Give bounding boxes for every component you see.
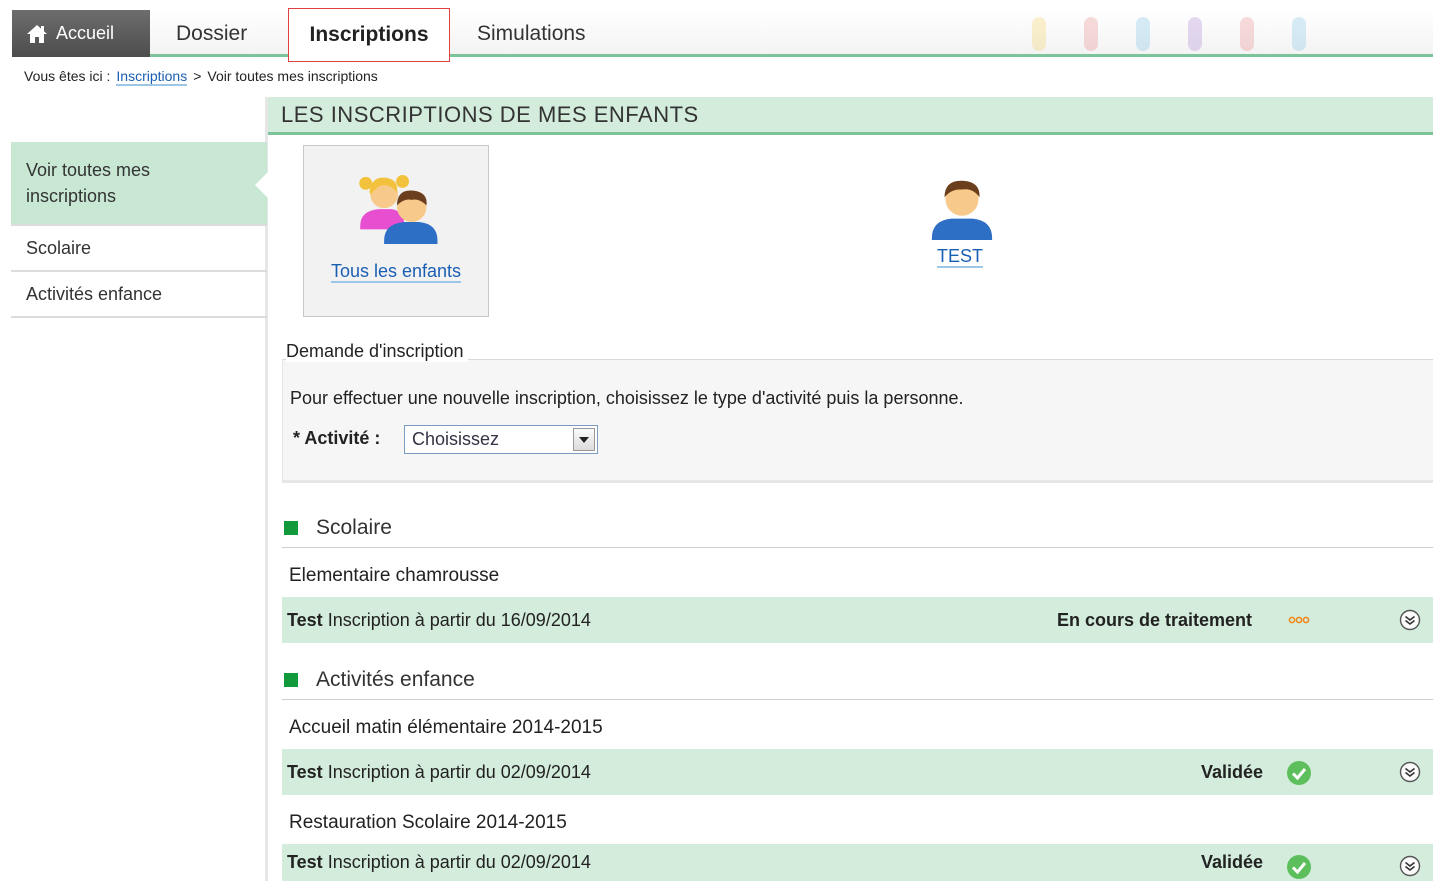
sidebar-item-activites-enfance[interactable]: Activités enfance: [11, 272, 267, 318]
pending-dots-icon: [1288, 616, 1310, 624]
check-circle-icon: [1287, 761, 1311, 785]
expand-chevron-icon[interactable]: [1399, 855, 1421, 877]
breadcrumb: Vous êtes ici : Inscriptions > Voir tout…: [24, 68, 378, 86]
activite-select[interactable]: Choisissez: [404, 425, 598, 454]
demande-instructions: Pour effectuer une nouvelle inscription,…: [290, 388, 964, 408]
row-person: Test: [287, 761, 323, 782]
category-title: Activités enfance: [316, 667, 475, 691]
tab-inscriptions[interactable]: Inscriptions: [288, 8, 450, 62]
demande-fieldset: [282, 359, 1433, 483]
category-bullet-icon: [284, 672, 298, 687]
activity-title: Restauration Scolaire 2014-2015: [289, 812, 567, 833]
row-text: Inscription à partir du 02/09/2014: [327, 761, 591, 782]
child-all-link[interactable]: Tous les enfants: [330, 261, 462, 283]
row-text: Inscription à partir du 02/09/2014: [327, 852, 591, 872]
inscription-row[interactable]: Test Inscription à partir du 02/09/2014 …: [282, 844, 1433, 881]
sidebar-item-label: Scolaire: [26, 237, 92, 258]
expand-chevron-icon[interactable]: [1399, 609, 1421, 631]
home-icon: [27, 24, 47, 43]
child-test-label[interactable]: TEST: [900, 246, 1020, 268]
category-activites-enfance: Activités enfance: [282, 660, 1433, 700]
activite-selected-value: Choisissez: [412, 429, 500, 449]
child-avatar-icon: [931, 180, 993, 241]
section-title: LES INSCRIPTIONS DE MES ENFANTS: [268, 97, 1433, 135]
child-card-test[interactable]: TEST: [900, 170, 1020, 280]
sidebar-item-voir-toutes[interactable]: Voir toutes mes inscriptions: [11, 142, 268, 226]
check-circle-icon: [1287, 855, 1311, 879]
tab-dossier[interactable]: Dossier: [176, 10, 247, 57]
tab-accueil-label: Accueil: [56, 23, 115, 43]
status-text: Validée: [1201, 761, 1264, 782]
sidebar: Voir toutes mes inscriptions Scolaire Ac…: [11, 142, 268, 318]
activity-title: Accueil matin élémentaire 2014-2015: [289, 717, 603, 738]
header-decoration: [1032, 10, 1412, 57]
dropdown-arrow-icon[interactable]: [573, 428, 595, 451]
top-navigation: Accueil Dossier Inscriptions Simulations: [12, 8, 1433, 62]
activity-title: Elementaire chamrousse: [289, 565, 500, 586]
inscription-row[interactable]: Test Inscription à partir du 16/09/2014 …: [282, 597, 1433, 643]
status-text: En cours de traitement: [1057, 609, 1253, 630]
child-card-all-label[interactable]: Tous les enfants: [304, 261, 488, 283]
row-person: Test: [287, 609, 323, 630]
row-text: Inscription à partir du 16/09/2014: [327, 609, 591, 630]
sidebar-item-scolaire[interactable]: Scolaire: [11, 226, 267, 272]
inscription-row[interactable]: Test Inscription à partir du 02/09/2014 …: [282, 749, 1433, 795]
activite-label: * Activité :: [293, 428, 381, 448]
breadcrumb-separator: >: [193, 68, 202, 84]
breadcrumb-prefix: Vous êtes ici :: [24, 68, 111, 84]
demande-legend: Demande d'inscription: [286, 341, 468, 362]
sidebar-item-label: Activités enfance: [26, 283, 163, 304]
expand-chevron-icon[interactable]: [1399, 761, 1421, 783]
category-scolaire: Scolaire: [282, 508, 1433, 548]
breadcrumb-current: Voir toutes mes inscriptions: [207, 68, 378, 84]
row-person: Test: [287, 852, 323, 872]
breadcrumb-link-inscriptions[interactable]: Inscriptions: [116, 68, 188, 86]
child-test-link[interactable]: TEST: [936, 246, 983, 268]
tab-simulations[interactable]: Simulations: [477, 10, 586, 57]
status-text: Validée: [1201, 852, 1264, 872]
child-card-all[interactable]: Tous les enfants: [303, 145, 489, 317]
category-bullet-icon: [284, 520, 298, 535]
sidebar-item-label: Voir toutes mes inscriptions: [26, 160, 151, 206]
children-group-icon: [359, 175, 438, 245]
tab-accueil[interactable]: Accueil: [12, 10, 150, 57]
category-title: Scolaire: [316, 515, 392, 539]
